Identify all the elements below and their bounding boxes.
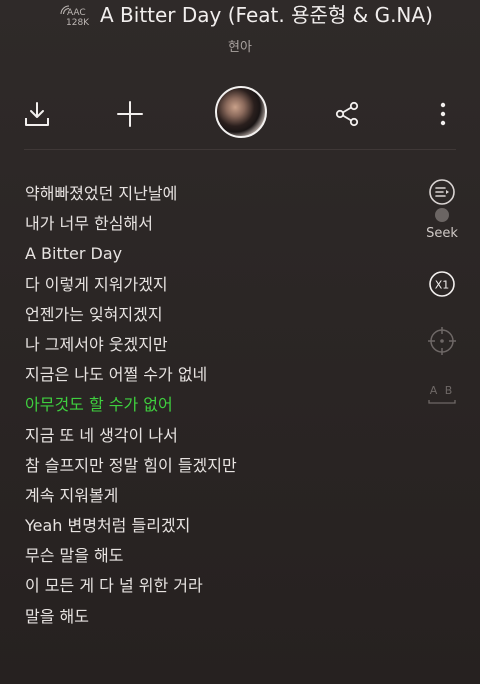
share-icon (335, 101, 359, 127)
lyrics-seek-icon (429, 179, 455, 205)
more-options-button[interactable] (425, 96, 461, 132)
add-to-playlist-button[interactable] (112, 96, 148, 132)
speed-label: X1 (435, 279, 450, 292)
share-button[interactable] (329, 96, 365, 132)
translate-label: A B (430, 384, 455, 397)
lyric-line[interactable]: Yeah 변명처럼 들리겠지 (25, 511, 237, 541)
player-toolbar (0, 84, 480, 144)
player-header: AAC 128K A Bitter Day (Feat. 용준형 & G.NA)… (0, 0, 480, 60)
audio-quality-badge: AAC 128K (58, 5, 92, 28)
translation-button[interactable]: A B (420, 382, 464, 408)
lyric-line[interactable]: 약해빠졌었던 지난날에 (25, 179, 237, 209)
lyric-line[interactable]: 계속 지워볼게 (25, 481, 237, 511)
lyric-line[interactable]: 나 그제서야 웃겠지만 (25, 330, 237, 360)
download-icon (25, 102, 49, 126)
lyric-line[interactable]: 지금은 나도 어쩔 수가 없네 (25, 360, 237, 390)
seek-button[interactable] (420, 178, 464, 206)
seek-toggle[interactable] (435, 208, 449, 222)
lyric-line[interactable]: 언젠가는 잊혀지겠지 (25, 300, 237, 330)
header-divider (24, 149, 456, 150)
speed-button[interactable]: X1 (420, 270, 464, 298)
artist-name[interactable]: 현아 (0, 36, 480, 55)
plus-icon (117, 101, 143, 127)
lyric-line[interactable]: 말을 해도 (25, 602, 237, 632)
lyric-line[interactable]: A Bitter Day (25, 239, 237, 269)
lyric-line[interactable]: 참 슬프지만 정말 힘이 들겠지만 (25, 451, 237, 481)
lyrics-list[interactable]: 약해빠졌었던 지난날에 내가 너무 한심해서 A Bitter Day 다 이렇게 지… (25, 179, 237, 632)
locate-current-line-button[interactable] (420, 326, 464, 356)
playback-speed-icon: X1 (429, 271, 455, 297)
song-title: A Bitter Day (Feat. 용준형 & G.NA) (100, 3, 433, 27)
album-art[interactable] (215, 86, 267, 138)
lyric-line[interactable]: 지금 또 네 생각이 나서 (25, 421, 237, 451)
download-button[interactable] (19, 96, 55, 132)
translate-icon: A B (428, 384, 456, 404)
lyric-line[interactable]: 다 이렇게 지워가겠지 (25, 270, 237, 300)
quality-bitrate: 128K (66, 18, 90, 28)
lyric-line-current[interactable]: 아무것도 할 수가 없어 (25, 390, 237, 420)
quality-codec: AAC (67, 8, 86, 18)
crosshair-icon (428, 327, 456, 355)
lyric-line[interactable]: 이 모든 게 다 널 위한 거라 (25, 571, 237, 601)
lyric-line[interactable]: 무슨 말을 해도 (25, 541, 237, 571)
seek-label: Seek (426, 226, 458, 241)
lyric-line[interactable]: 내가 너무 한심해서 (25, 209, 237, 239)
more-vertical-icon (440, 102, 446, 126)
